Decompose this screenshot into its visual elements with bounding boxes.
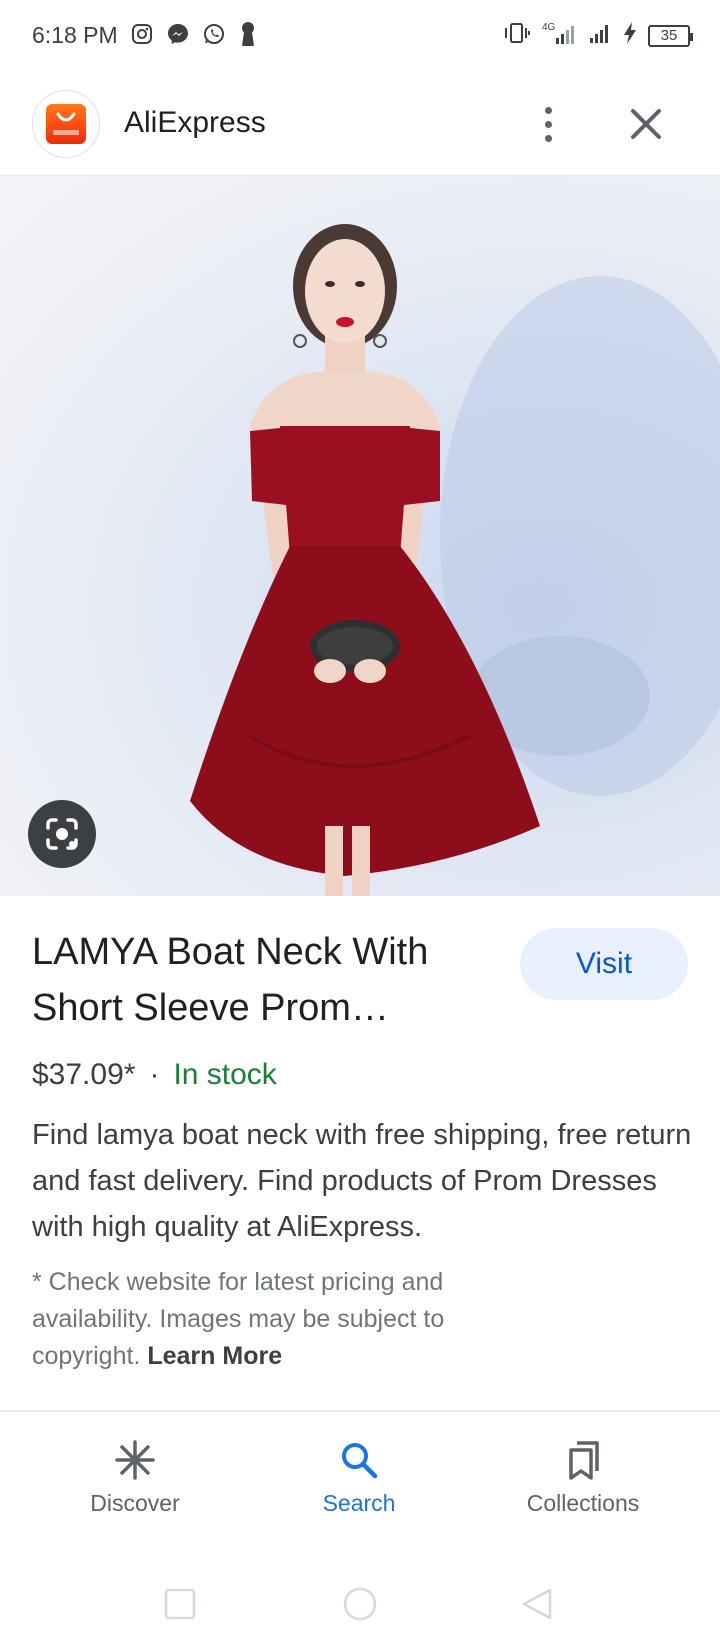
separator: · <box>149 1058 160 1091</box>
nav-search[interactable]: Search <box>259 1432 459 1517</box>
vibrate-icon <box>502 21 532 50</box>
notification-icons <box>130 20 258 53</box>
signal-icon <box>588 21 612 50</box>
svg-text:4G: 4G <box>542 22 556 33</box>
status-bar: 6:18 PM 4G 35 <box>0 0 720 72</box>
learn-more-link[interactable]: Learn More <box>147 1342 282 1370</box>
stock-status: In stock <box>173 1058 277 1091</box>
nav-collections-label: Collections <box>526 1490 640 1516</box>
instagram-icon <box>130 22 154 51</box>
nav-search-label: Search <box>322 1490 396 1516</box>
4g-signal-icon: 4G <box>542 20 578 51</box>
nav-discover-label: Discover <box>90 1490 180 1516</box>
messenger-icon <box>166 22 190 51</box>
nav-discover[interactable]: Discover <box>35 1432 235 1517</box>
lens-icon <box>46 818 78 850</box>
bottom-navigation: Discover Search Collections <box>0 1432 720 1552</box>
disclaimer: * Check website for latest pricing and a… <box>32 1264 552 1375</box>
system-status-icons: 4G 35 <box>502 20 693 51</box>
battery-indicator: 35 <box>648 24 693 47</box>
google-lens-button[interactable] <box>28 800 96 868</box>
product-image[interactable] <box>0 176 720 896</box>
price: $37.09* <box>32 1058 136 1091</box>
dress-illustration <box>190 224 720 896</box>
asterisk-icon <box>35 1432 235 1488</box>
visit-button[interactable]: Visit <box>520 928 688 1000</box>
status-time: 6:18 PM <box>32 22 118 48</box>
product-description: Find lamya boat neck with free shipping,… <box>32 1119 692 1243</box>
more-options-button[interactable] <box>530 102 566 146</box>
aliexpress-logo[interactable] <box>32 90 100 158</box>
charging-icon <box>622 21 638 50</box>
recents-button[interactable] <box>164 1588 196 1620</box>
aliexpress-logo-icon <box>46 104 86 144</box>
back-button[interactable] <box>522 1588 552 1620</box>
price-row: $37.09* · In stock <box>32 1058 277 1092</box>
nav-collections[interactable]: Collections <box>483 1432 683 1517</box>
result-header: AliExpress <box>0 84 720 176</box>
whatsapp-icon <box>202 22 226 51</box>
divider <box>0 1410 720 1412</box>
home-button[interactable] <box>343 1587 377 1621</box>
close-icon <box>631 109 661 139</box>
keyhole-icon <box>238 20 258 53</box>
source-site-name: AliExpress <box>124 106 266 139</box>
search-icon <box>259 1432 459 1488</box>
system-navigation-bar <box>0 1568 720 1640</box>
product-title[interactable]: LAMYA Boat Neck With Short Sleeve Prom… <box>32 924 502 1036</box>
close-button[interactable] <box>624 102 668 146</box>
collections-icon <box>483 1432 683 1488</box>
more-vert-icon <box>544 106 552 114</box>
